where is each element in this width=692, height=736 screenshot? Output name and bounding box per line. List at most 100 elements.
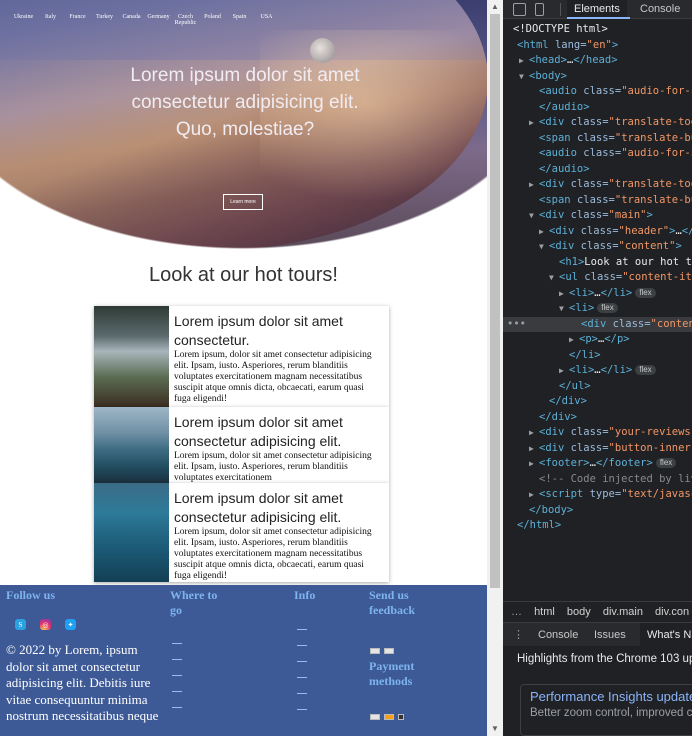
- twitter-icon[interactable]: ✦: [65, 619, 76, 630]
- mail-icon[interactable]: [370, 648, 380, 654]
- flex-badge[interactable]: flex: [635, 365, 656, 375]
- scrollbar-thumb[interactable]: [490, 14, 500, 588]
- footer-link[interactable]: [172, 691, 182, 692]
- message-icon[interactable]: [384, 648, 394, 654]
- dom-node[interactable]: ▼ <li> flex: [503, 301, 692, 317]
- expand-icon[interactable]: ▶: [529, 456, 539, 472]
- collapse-icon[interactable]: ▼: [549, 270, 559, 286]
- footer-link[interactable]: [297, 645, 307, 646]
- nav-item-germany[interactable]: Germany: [145, 14, 172, 26]
- collapse-icon[interactable]: ▼: [559, 301, 569, 317]
- dom-node[interactable]: ▼ <div class="content">: [503, 239, 692, 255]
- expand-icon[interactable]: ▶: [539, 224, 549, 240]
- nav-item-france[interactable]: France: [64, 14, 91, 26]
- drawer-tab-whats-new[interactable]: What's N: [640, 623, 692, 647]
- dom-node[interactable]: </ul>: [503, 379, 692, 395]
- tab-console[interactable]: Console: [633, 0, 687, 19]
- dom-node[interactable]: </audio>: [503, 162, 692, 178]
- dom-node[interactable]: ▼ <body>: [503, 69, 692, 85]
- nav-item-spain[interactable]: Spain: [226, 14, 253, 26]
- footer-link[interactable]: [172, 707, 182, 708]
- drawer-menu-icon[interactable]: ⋮: [513, 623, 524, 647]
- whats-new-card[interactable]: Performance Insights updates Better zoom…: [520, 684, 692, 736]
- whats-new-card-title[interactable]: Performance Insights updates: [530, 689, 692, 704]
- dom-node[interactable]: ▶ <footer>…</footer> flex: [503, 456, 692, 472]
- nav-item-usa[interactable]: USA: [253, 14, 280, 26]
- footer-link[interactable]: [297, 709, 307, 710]
- nav-item-italy[interactable]: Italy: [37, 14, 64, 26]
- nav-item-turkey[interactable]: Turkey: [91, 14, 118, 26]
- expand-icon[interactable]: ▶: [519, 53, 529, 69]
- footer-link[interactable]: [297, 661, 307, 662]
- nav-item-canada[interactable]: Canada: [118, 14, 145, 26]
- dom-node[interactable]: ▼ <div class="main">: [503, 208, 692, 224]
- dom-node[interactable]: <html lang="en">: [503, 38, 692, 54]
- dom-node[interactable]: ▶<div class="translate-tool: [503, 177, 692, 193]
- dom-node-selected[interactable]: •••<div class="content: [503, 316, 692, 333]
- dom-node[interactable]: ▶<script type="text/javascr: [503, 487, 692, 503]
- expand-icon[interactable]: ▶: [529, 115, 539, 131]
- breadcrumb-overflow[interactable]: …: [511, 606, 522, 618]
- dom-node[interactable]: ▶<div class="button-inner">: [503, 441, 692, 457]
- page-scrollbar[interactable]: ▲ ▼: [487, 0, 503, 736]
- inspect-element-icon[interactable]: [513, 3, 526, 16]
- learn-more-button[interactable]: Learn more: [223, 194, 263, 210]
- dom-node[interactable]: </li>: [503, 348, 692, 364]
- dom-node[interactable]: </div>: [503, 410, 692, 426]
- instagram-icon[interactable]: ◎: [40, 619, 51, 630]
- breadcrumb-item[interactable]: html: [534, 606, 555, 618]
- tour-card[interactable]: Lorem ipsum dolor sit amet consectetur a…: [94, 407, 389, 483]
- dom-node[interactable]: ▶<div class="header">…</d: [503, 224, 692, 240]
- dom-node[interactable]: <!-- Code injected by live: [503, 472, 692, 488]
- footer-link[interactable]: [297, 693, 307, 694]
- collapse-icon[interactable]: ▼: [519, 69, 529, 85]
- flex-badge[interactable]: flex: [597, 303, 618, 313]
- expand-icon[interactable]: ▶: [529, 425, 539, 441]
- dom-tree[interactable]: <!DOCTYPE html> <html lang="en"> ▶ <head>…: [503, 22, 692, 534]
- expand-icon[interactable]: ▶: [529, 177, 539, 193]
- breadcrumb-item[interactable]: body: [567, 606, 591, 618]
- dom-node[interactable]: ▼ <ul class="content-ite: [503, 270, 692, 286]
- skype-icon[interactable]: S: [15, 619, 26, 630]
- device-toolbar-icon[interactable]: [535, 3, 544, 16]
- footer-link[interactable]: [172, 675, 182, 676]
- dom-node[interactable]: ▶<div class="translate-tool: [503, 115, 692, 131]
- footer-link[interactable]: [172, 643, 182, 644]
- dom-node[interactable]: <span class="translate-butt: [503, 193, 692, 209]
- collapse-icon[interactable]: ▼: [529, 208, 539, 224]
- scroll-up-icon[interactable]: ▲: [491, 2, 499, 11]
- footer-link[interactable]: [297, 629, 307, 630]
- breadcrumb-item[interactable]: div.con: [655, 606, 689, 618]
- expand-icon[interactable]: ▶: [529, 487, 539, 503]
- tour-card[interactable]: Lorem ipsum dolor sit amet consectetur. …: [94, 306, 389, 407]
- drawer-tab-console[interactable]: Console: [531, 623, 585, 647]
- dom-node[interactable]: <span class="translate-butt: [503, 131, 692, 147]
- drawer-tab-issues[interactable]: Issues: [587, 623, 633, 647]
- dom-node[interactable]: ▶ <head>…</head>: [503, 53, 692, 69]
- expand-icon[interactable]: ▶: [569, 332, 579, 348]
- breadcrumb-item[interactable]: div.main: [603, 606, 643, 618]
- footer-link[interactable]: [297, 677, 307, 678]
- dom-node[interactable]: ▶ <li>…</li> flex: [503, 286, 692, 302]
- expand-icon[interactable]: ▶: [559, 363, 569, 379]
- dom-node[interactable]: <audio class="audio-for-sp: [503, 146, 692, 162]
- flex-badge[interactable]: flex: [655, 458, 677, 468]
- expand-icon[interactable]: ▶: [529, 441, 539, 457]
- dom-node[interactable]: <!DOCTYPE html>: [503, 22, 692, 38]
- dom-node[interactable]: </div>: [503, 394, 692, 410]
- dom-node[interactable]: <h1>Look at our hot tou: [503, 255, 692, 271]
- dom-node[interactable]: </body>: [503, 503, 692, 519]
- nav-item-ukraine[interactable]: Ukraine: [10, 14, 37, 26]
- collapse-icon[interactable]: ▼: [539, 239, 549, 255]
- dom-node[interactable]: </audio>: [503, 100, 692, 116]
- dom-node[interactable]: ▶ <p>…</p>: [503, 332, 692, 348]
- dom-node[interactable]: <audio class="audio-for-sp: [503, 84, 692, 100]
- tour-card[interactable]: Lorem ipsum dolor sit amet consectetur a…: [94, 483, 389, 582]
- dom-node[interactable]: </html>: [503, 518, 692, 534]
- more-icon[interactable]: •••: [507, 317, 526, 333]
- nav-item-poland[interactable]: Poland: [199, 14, 226, 26]
- nav-item-czech-republic[interactable]: Czech Republic: [172, 14, 199, 26]
- footer-link[interactable]: [172, 659, 182, 660]
- expand-icon[interactable]: ▶: [559, 286, 569, 302]
- flex-badge[interactable]: flex: [635, 287, 656, 298]
